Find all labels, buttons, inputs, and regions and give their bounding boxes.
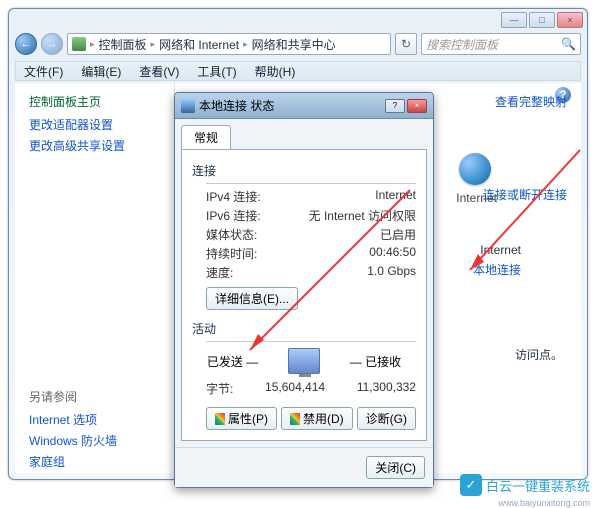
close-dialog-button[interactable]: 关闭(C): [366, 456, 425, 479]
dialog-footer: 关闭(C): [175, 447, 433, 487]
sidebar-home[interactable]: 控制面板主页: [29, 93, 160, 110]
duration-label: 持续时间:: [206, 245, 257, 262]
menu-help[interactable]: 帮助(H): [247, 61, 304, 82]
bytes-recv: 11,300,332: [357, 380, 416, 397]
speed-value: 1.0 Gbps: [367, 264, 416, 281]
access-internet-label: Internet: [480, 243, 521, 257]
dialog-close-button[interactable]: ×: [407, 99, 427, 113]
ipv6-value: 无 Internet 访问权限: [309, 207, 416, 224]
breadcrumb-seg[interactable]: 网络和 Internet: [159, 36, 239, 53]
breadcrumb-seg[interactable]: 控制面板: [99, 36, 147, 53]
search-placeholder: 搜索控制面板: [426, 36, 498, 53]
nav-back-button[interactable]: ←: [15, 33, 37, 55]
refresh-button[interactable]: ↻: [395, 33, 417, 55]
disable-label: 禁用(D): [303, 410, 344, 427]
properties-button[interactable]: 属性(P): [206, 407, 277, 430]
main-links: 查看完整映射 连接或断开连接: [483, 93, 567, 219]
network-icon: [181, 99, 195, 113]
recv-label: — 已接收: [350, 353, 401, 370]
dialog-titlebar[interactable]: 本地连接 状态 ? ×: [175, 93, 433, 119]
connection-status-dialog: 本地连接 状态 ? × 常规 连接 IPv4 连接: Internet IPv6 …: [174, 92, 434, 488]
activity-graphic: 已发送 — — 已接收: [192, 348, 416, 374]
details-button[interactable]: 详细信息(E)...: [206, 287, 298, 310]
dialog-title: 本地连接 状态: [199, 97, 274, 114]
control-panel-icon: [72, 37, 86, 51]
menu-view[interactable]: 查看(V): [131, 61, 187, 82]
maximize-button[interactable]: □: [529, 12, 555, 28]
ipv4-value: Internet: [375, 188, 416, 205]
sidebar-sharing[interactable]: 更改高级共享设置: [29, 137, 160, 154]
diagnose-button[interactable]: 诊断(G): [357, 407, 416, 430]
activity-section: 活动: [192, 320, 416, 337]
duration-value: 00:46:50: [369, 245, 416, 262]
breadcrumb-sep: ▸: [151, 39, 156, 50]
properties-label: 属性(P): [228, 410, 268, 427]
breadcrumb-sep: ▸: [90, 39, 95, 50]
menu-tools[interactable]: 工具(T): [189, 61, 244, 82]
see-also-label: 另请参阅: [29, 388, 160, 405]
window-buttons: — □ ×: [501, 12, 583, 28]
sidebar-firewall[interactable]: Windows 防火墙: [29, 432, 160, 449]
search-input[interactable]: 搜索控制面板 🔍: [421, 33, 581, 55]
access-point-text: 访问点。: [515, 346, 563, 363]
tab-body: 连接 IPv4 连接: Internet IPv6 连接: 无 Internet 访…: [181, 149, 427, 441]
bytes-sent: 15,604,414: [265, 380, 325, 397]
view-full-map-link[interactable]: 查看完整映射: [483, 93, 567, 110]
sidebar-adapter[interactable]: 更改适配器设置: [29, 116, 160, 133]
bytes-label: 字节:: [206, 380, 233, 397]
local-connection-link[interactable]: 本地连接: [473, 261, 521, 278]
connection-section: 连接: [192, 162, 416, 179]
ipv6-label: IPv6 连接:: [206, 207, 261, 224]
sidebar-internet-options[interactable]: Internet 选项: [29, 411, 160, 428]
menu-file[interactable]: 文件(F): [16, 61, 71, 82]
breadcrumb[interactable]: ▸ 控制面板 ▸ 网络和 Internet ▸ 网络和共享中心: [67, 33, 391, 55]
sent-label: 已发送 —: [207, 353, 258, 370]
media-label: 媒体状态:: [206, 226, 257, 243]
address-bar: ← → ▸ 控制面板 ▸ 网络和 Internet ▸ 网络和共享中心 ↻ 搜索…: [15, 31, 581, 57]
menu-edit[interactable]: 编辑(E): [73, 61, 129, 82]
shield-icon: [290, 413, 300, 425]
search-icon: 🔍: [561, 37, 576, 51]
ipv4-label: IPv4 连接:: [206, 188, 261, 205]
watermark-text: 白云一键重装系统: [486, 476, 590, 495]
monitor-icon: [288, 348, 320, 374]
menubar: 文件(F) 编辑(E) 查看(V) 工具(T) 帮助(H): [15, 61, 581, 81]
shield-icon: [215, 413, 225, 425]
watermark: ✓ 白云一键重装系统 www.baiyunxitong.com: [460, 474, 590, 496]
connect-disconnect-link[interactable]: 连接或断开连接: [483, 186, 567, 203]
sidebar: 控制面板主页 更改适配器设置 更改高级共享设置 另请参阅 Internet 选项…: [15, 83, 175, 473]
dialog-help-button[interactable]: ?: [385, 99, 405, 113]
watermark-logo-icon: ✓: [460, 474, 482, 496]
disable-button[interactable]: 禁用(D): [281, 407, 353, 430]
breadcrumb-sep: ▸: [243, 39, 248, 50]
speed-label: 速度:: [206, 264, 233, 281]
breadcrumb-seg[interactable]: 网络和共享中心: [252, 36, 336, 53]
sidebar-homegroup[interactable]: 家庭组: [29, 453, 160, 470]
nav-forward-button[interactable]: →: [41, 33, 63, 55]
tab-general[interactable]: 常规: [181, 125, 231, 149]
media-value: 已启用: [380, 226, 416, 243]
tabstrip: 常规: [175, 119, 433, 149]
minimize-button[interactable]: —: [501, 12, 527, 28]
close-button[interactable]: ×: [557, 12, 583, 28]
